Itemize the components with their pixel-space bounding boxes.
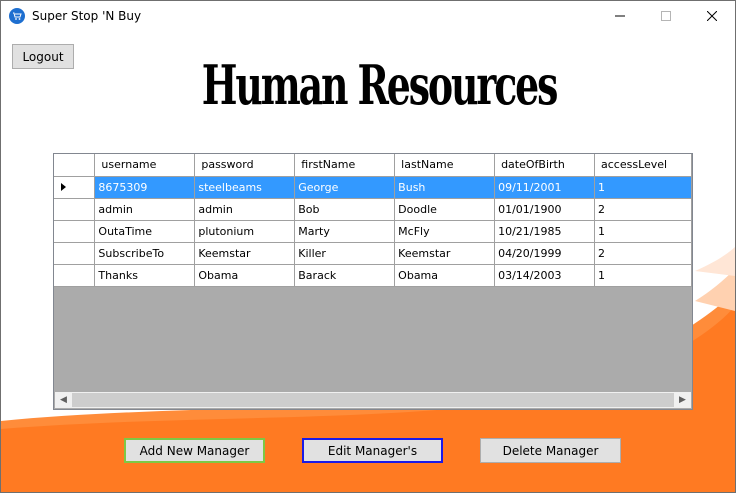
scroll-right-arrow-icon[interactable]: ▶: [674, 392, 691, 408]
managers-grid[interactable]: username password firstName lastName dat…: [53, 153, 693, 410]
table-row[interactable]: SubscribeTo Keemstar Killer Keemstar 04/…: [54, 242, 692, 265]
cell-username[interactable]: SubscribeTo: [94, 242, 196, 265]
window-title: Super Stop 'N Buy: [32, 9, 142, 23]
close-button[interactable]: [689, 1, 735, 32]
row-header[interactable]: [54, 242, 96, 265]
delete-manager-button[interactable]: Delete Manager: [480, 438, 621, 463]
cell-username[interactable]: admin: [94, 198, 196, 221]
corner-header[interactable]: [54, 154, 96, 177]
column-header-dateofbirth[interactable]: dateOfBirth: [494, 154, 595, 177]
cell-username[interactable]: 8675309: [94, 176, 196, 199]
minimize-button[interactable]: [597, 1, 643, 32]
cell-accesslevel[interactable]: 1: [594, 264, 692, 287]
cell-username[interactable]: OutaTime: [94, 220, 196, 243]
row-header[interactable]: [54, 264, 96, 287]
cell-lastname[interactable]: Doodle: [394, 198, 496, 221]
cell-dateofbirth[interactable]: 09/11/2001: [494, 176, 595, 199]
column-header-password[interactable]: password: [194, 154, 296, 177]
cell-accesslevel[interactable]: 1: [594, 220, 692, 243]
managers-table: username password firstName lastName dat…: [54, 154, 692, 287]
row-header[interactable]: [54, 220, 96, 243]
cell-accesslevel[interactable]: 2: [594, 198, 692, 221]
cell-firstname[interactable]: Bob: [294, 198, 396, 221]
table-row[interactable]: OutaTime plutonium Marty McFly 10/21/198…: [54, 220, 692, 243]
scroll-left-arrow-icon[interactable]: ◀: [55, 392, 72, 408]
current-row-arrow-icon: [61, 181, 66, 194]
cell-password[interactable]: Keemstar: [194, 242, 296, 265]
cell-lastname[interactable]: Bush: [394, 176, 496, 199]
row-header[interactable]: [54, 176, 96, 199]
row-header[interactable]: [54, 198, 96, 221]
cell-lastname[interactable]: McFly: [394, 220, 496, 243]
app-window: Super Stop 'N Buy Logout Human Resources…: [0, 0, 736, 493]
column-header-firstname[interactable]: firstName: [294, 154, 396, 177]
cart-icon: [9, 8, 25, 24]
cell-password[interactable]: admin: [194, 198, 296, 221]
cell-password[interactable]: Obama: [194, 264, 296, 287]
cell-password[interactable]: plutonium: [194, 220, 296, 243]
table-row[interactable]: Thanks Obama Barack Obama 03/14/2003 1: [54, 264, 692, 287]
maximize-icon: [661, 11, 671, 21]
logout-button[interactable]: Logout: [12, 44, 74, 69]
cell-lastname[interactable]: Obama: [394, 264, 496, 287]
cell-accesslevel[interactable]: 1: [594, 176, 692, 199]
cell-dateofbirth[interactable]: 03/14/2003: [494, 264, 595, 287]
header-row: username password firstName lastName dat…: [54, 154, 692, 177]
cell-dateofbirth[interactable]: 04/20/1999: [494, 242, 595, 265]
table-row[interactable]: admin admin Bob Doodle 01/01/1900 2: [54, 198, 692, 221]
cell-firstname[interactable]: George: [294, 176, 396, 199]
title-bar: Super Stop 'N Buy: [1, 1, 735, 32]
cell-lastname[interactable]: Keemstar: [394, 242, 496, 265]
maximize-button[interactable]: [643, 1, 689, 32]
add-manager-button[interactable]: Add New Manager: [124, 438, 265, 463]
column-header-lastname[interactable]: lastName: [394, 154, 496, 177]
column-header-username[interactable]: username: [94, 154, 196, 177]
cell-firstname[interactable]: Marty: [294, 220, 396, 243]
page-title: Human Resources: [201, 53, 559, 117]
column-header-accesslevel[interactable]: accessLevel: [594, 154, 692, 177]
cell-firstname[interactable]: Barack: [294, 264, 396, 287]
cell-password[interactable]: steelbeams: [194, 176, 296, 199]
table-row[interactable]: 8675309 steelbeams George Bush 09/11/200…: [54, 176, 692, 199]
cell-accesslevel[interactable]: 2: [594, 242, 692, 265]
cell-firstname[interactable]: Killer: [294, 242, 396, 265]
cell-username[interactable]: Thanks: [94, 264, 196, 287]
minimize-icon: [615, 15, 625, 17]
horizontal-scrollbar[interactable]: ◀ ▶: [55, 392, 691, 408]
close-icon: [707, 11, 717, 21]
scroll-thumb[interactable]: [72, 393, 674, 407]
edit-manager-button[interactable]: Edit Manager's: [302, 438, 443, 463]
cell-dateofbirth[interactable]: 10/21/1985: [494, 220, 595, 243]
cell-dateofbirth[interactable]: 01/01/1900: [494, 198, 595, 221]
